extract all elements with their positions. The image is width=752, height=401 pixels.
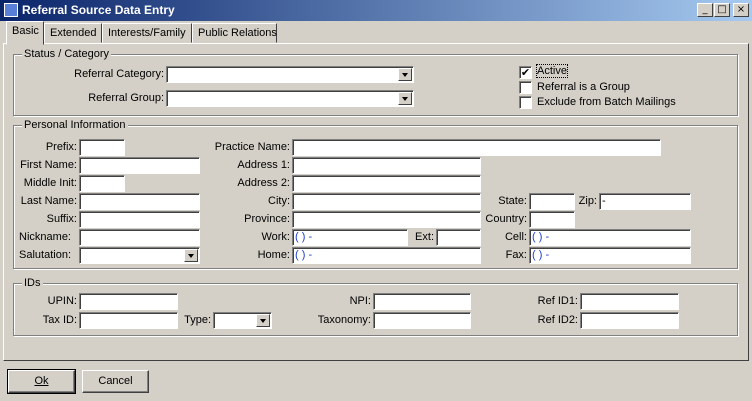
province-label: Province: [244, 213, 290, 225]
tax-id-input[interactable] [79, 312, 178, 329]
ext-label: Ext: [415, 231, 434, 243]
exclude-batch-mailings-label[interactable]: Exclude from Batch Mailings [537, 96, 676, 108]
maximize-button[interactable]: □ [714, 3, 730, 17]
prefix-label: Prefix: [45, 141, 77, 153]
tax-id-label: Tax ID: [42, 314, 77, 326]
ok-button[interactable]: Ok [7, 369, 76, 394]
work-phone-input[interactable]: ( ) - [292, 229, 408, 246]
taxonomy-input[interactable] [373, 312, 471, 329]
prefix-input[interactable] [79, 139, 125, 156]
chevron-down-icon[interactable] [184, 249, 198, 262]
ok-button-label: Ok [34, 375, 49, 387]
referral-group-label: Referral Group: [88, 92, 164, 104]
referral-is-group-label[interactable]: Referral is a Group [537, 81, 630, 93]
ext-input[interactable] [436, 229, 481, 246]
ref-id2-label: Ref ID2: [537, 314, 578, 326]
state-label: State: [498, 195, 527, 207]
zip-input[interactable]: - [599, 193, 691, 210]
exclude-batch-mailings-checkbox[interactable] [519, 96, 532, 109]
address1-label: Address 1: [237, 159, 290, 171]
fax-label: Fax: [505, 249, 527, 261]
minimize-button[interactable]: _ [697, 3, 713, 17]
cancel-button-label: Cancel [98, 375, 133, 387]
work-phone-label: Work: [261, 231, 290, 243]
middle-init-input[interactable] [79, 175, 125, 192]
salutation-select[interactable] [79, 247, 200, 264]
tab-public-relations-label: Public Relations [198, 27, 277, 39]
app-icon [4, 3, 18, 17]
chevron-down-icon[interactable] [398, 92, 412, 105]
ref-id2-input[interactable] [580, 312, 679, 329]
first-name-label: First Name: [20, 159, 77, 171]
type-label: Type: [184, 314, 211, 326]
tab-extended[interactable]: Extended [44, 23, 102, 43]
active-label[interactable]: Active [536, 64, 568, 78]
country-label: Country: [485, 213, 527, 225]
state-input[interactable] [529, 193, 575, 210]
taxonomy-label: Taxonomy: [317, 314, 371, 326]
last-name-input[interactable] [79, 193, 200, 210]
suffix-input[interactable] [79, 211, 200, 228]
cell-phone-input[interactable]: ( ) - [529, 229, 691, 246]
active-checkbox[interactable]: ✔ [519, 66, 532, 79]
close-button[interactable]: × [733, 3, 749, 17]
referral-category-select[interactable] [166, 66, 414, 83]
country-input[interactable] [529, 211, 575, 228]
status-category-legend: Status / Category [22, 48, 111, 60]
referral-is-group-checkbox[interactable] [519, 81, 532, 94]
practice-name-input[interactable] [292, 139, 661, 156]
tab-public-relations[interactable]: Public Relations [192, 23, 277, 43]
middle-init-label: Middle Init: [23, 177, 77, 189]
npi-label: NPI: [349, 295, 371, 307]
tab-extended-label: Extended [50, 27, 97, 39]
chevron-down-icon[interactable] [256, 314, 270, 327]
tab-basic[interactable]: Basic [6, 21, 44, 45]
type-select[interactable] [213, 312, 272, 329]
province-input[interactable] [292, 211, 481, 228]
zip-label: Zip: [578, 195, 597, 207]
last-name-label: Last Name: [20, 195, 77, 207]
cancel-button[interactable]: Cancel [82, 370, 149, 393]
first-name-input[interactable] [79, 157, 200, 174]
referral-group-select[interactable] [166, 90, 414, 107]
salutation-label: Salutation: [19, 249, 71, 261]
tab-interests-family-label: Interests/Family [108, 27, 186, 39]
nickname-input[interactable] [79, 229, 200, 246]
npi-input[interactable] [373, 293, 471, 310]
nickname-label: Nickname: [19, 231, 71, 243]
address2-label: Address 2: [237, 177, 290, 189]
upin-label: UPIN: [47, 295, 77, 307]
home-phone-input[interactable]: ( ) - [292, 247, 481, 264]
address1-input[interactable] [292, 157, 481, 174]
address2-input[interactable] [292, 175, 481, 192]
chevron-down-icon[interactable] [398, 68, 412, 81]
ref-id1-label: Ref ID1: [537, 295, 578, 307]
fax-input[interactable]: ( ) - [529, 247, 691, 264]
tab-basic-label: Basic [12, 25, 39, 37]
suffix-label: Suffix: [46, 213, 77, 225]
ref-id1-input[interactable] [580, 293, 679, 310]
ids-legend: IDs [22, 277, 43, 289]
personal-information-legend: Personal Information [22, 119, 128, 131]
city-input[interactable] [292, 193, 481, 210]
home-phone-label: Home: [257, 249, 290, 261]
upin-input[interactable] [79, 293, 178, 310]
city-label: City: [268, 195, 290, 207]
practice-name-label: Practice Name: [214, 141, 290, 153]
window-title: Referral Source Data Entry [22, 3, 175, 17]
referral-category-label: Referral Category: [74, 68, 164, 80]
tab-interests-family[interactable]: Interests/Family [102, 23, 192, 43]
cell-phone-label: Cell: [504, 231, 527, 243]
